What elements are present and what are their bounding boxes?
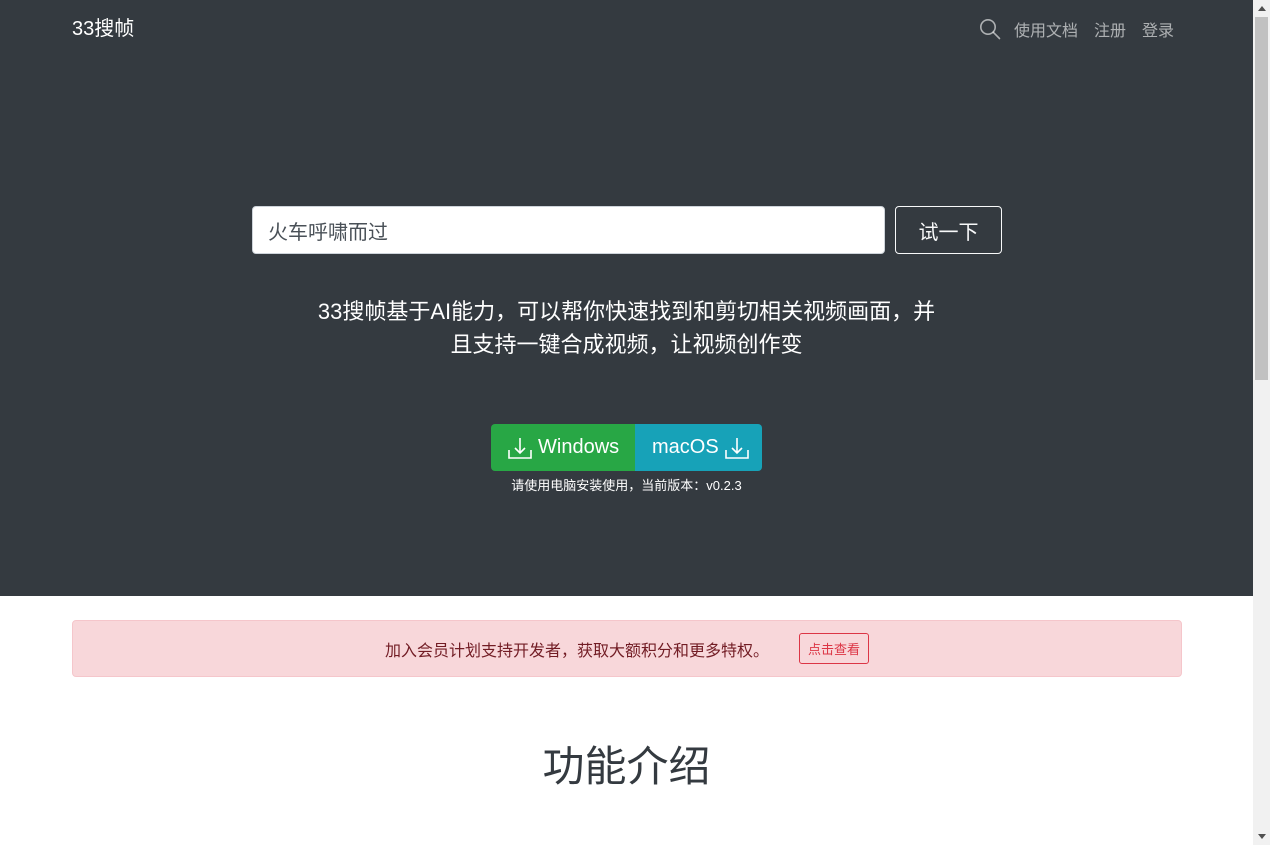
nav-link-login[interactable]: 登录 — [1142, 17, 1174, 41]
download-windows-button[interactable]: Windows — [491, 424, 635, 471]
hero-description: 33搜帧基于AI能力，可以帮你快速找到和剪切相关视频画面，并 且支持一键合成视频… — [300, 295, 953, 361]
version-note: 请使用电脑安装使用，当前版本：v0.2.3 — [511, 478, 742, 493]
try-button[interactable]: 试一下 — [895, 206, 1002, 254]
scrollbar-thumb[interactable] — [1255, 17, 1268, 380]
download-icon — [507, 435, 533, 461]
nav-links: 使用文档 注册 登录 — [978, 16, 1174, 42]
nav-link-register[interactable]: 注册 — [1094, 17, 1126, 41]
download-button-group: Windows macOS — [491, 424, 762, 471]
scroll-down-arrow-icon[interactable] — [1253, 828, 1270, 845]
hero-description-line1: 33搜帧基于AI能力，可以帮你快速找到和剪切相关视频画面，并 — [317, 299, 936, 324]
search-input[interactable] — [252, 206, 885, 254]
page: 33搜帧 使用文档 注册 登录 试一下 33搜帧基于AI能力，可以帮你快速找到和… — [0, 0, 1253, 845]
section-title: 功能介绍 — [542, 743, 711, 790]
search-icon[interactable] — [978, 17, 1002, 41]
search-form: 试一下 — [252, 206, 1002, 254]
hero-section: 33搜帧 使用文档 注册 登录 试一下 33搜帧基于AI能力，可以帮你快速找到和… — [0, 0, 1253, 596]
download-macos-label: macOS — [652, 436, 719, 458]
membership-alert: 加入会员计划支持开发者，获取大额积分和更多特权。 点击查看 — [72, 620, 1182, 677]
hero-description-line2: 且支持一键合成视频，让视频创作变 — [450, 332, 803, 357]
download-windows-label: Windows — [538, 436, 620, 458]
brand-logo[interactable]: 33搜帧 — [72, 16, 134, 42]
nav-link-docs[interactable]: 使用文档 — [1014, 17, 1078, 41]
alert-text: 加入会员计划支持开发者，获取大额积分和更多特权。 — [384, 642, 769, 660]
download-icon — [724, 435, 750, 461]
view-membership-button[interactable]: 点击查看 — [799, 633, 870, 664]
scroll-up-arrow-icon[interactable] — [1253, 0, 1270, 17]
download-macos-button[interactable]: macOS — [635, 424, 762, 471]
scrollbar[interactable] — [1253, 0, 1270, 845]
